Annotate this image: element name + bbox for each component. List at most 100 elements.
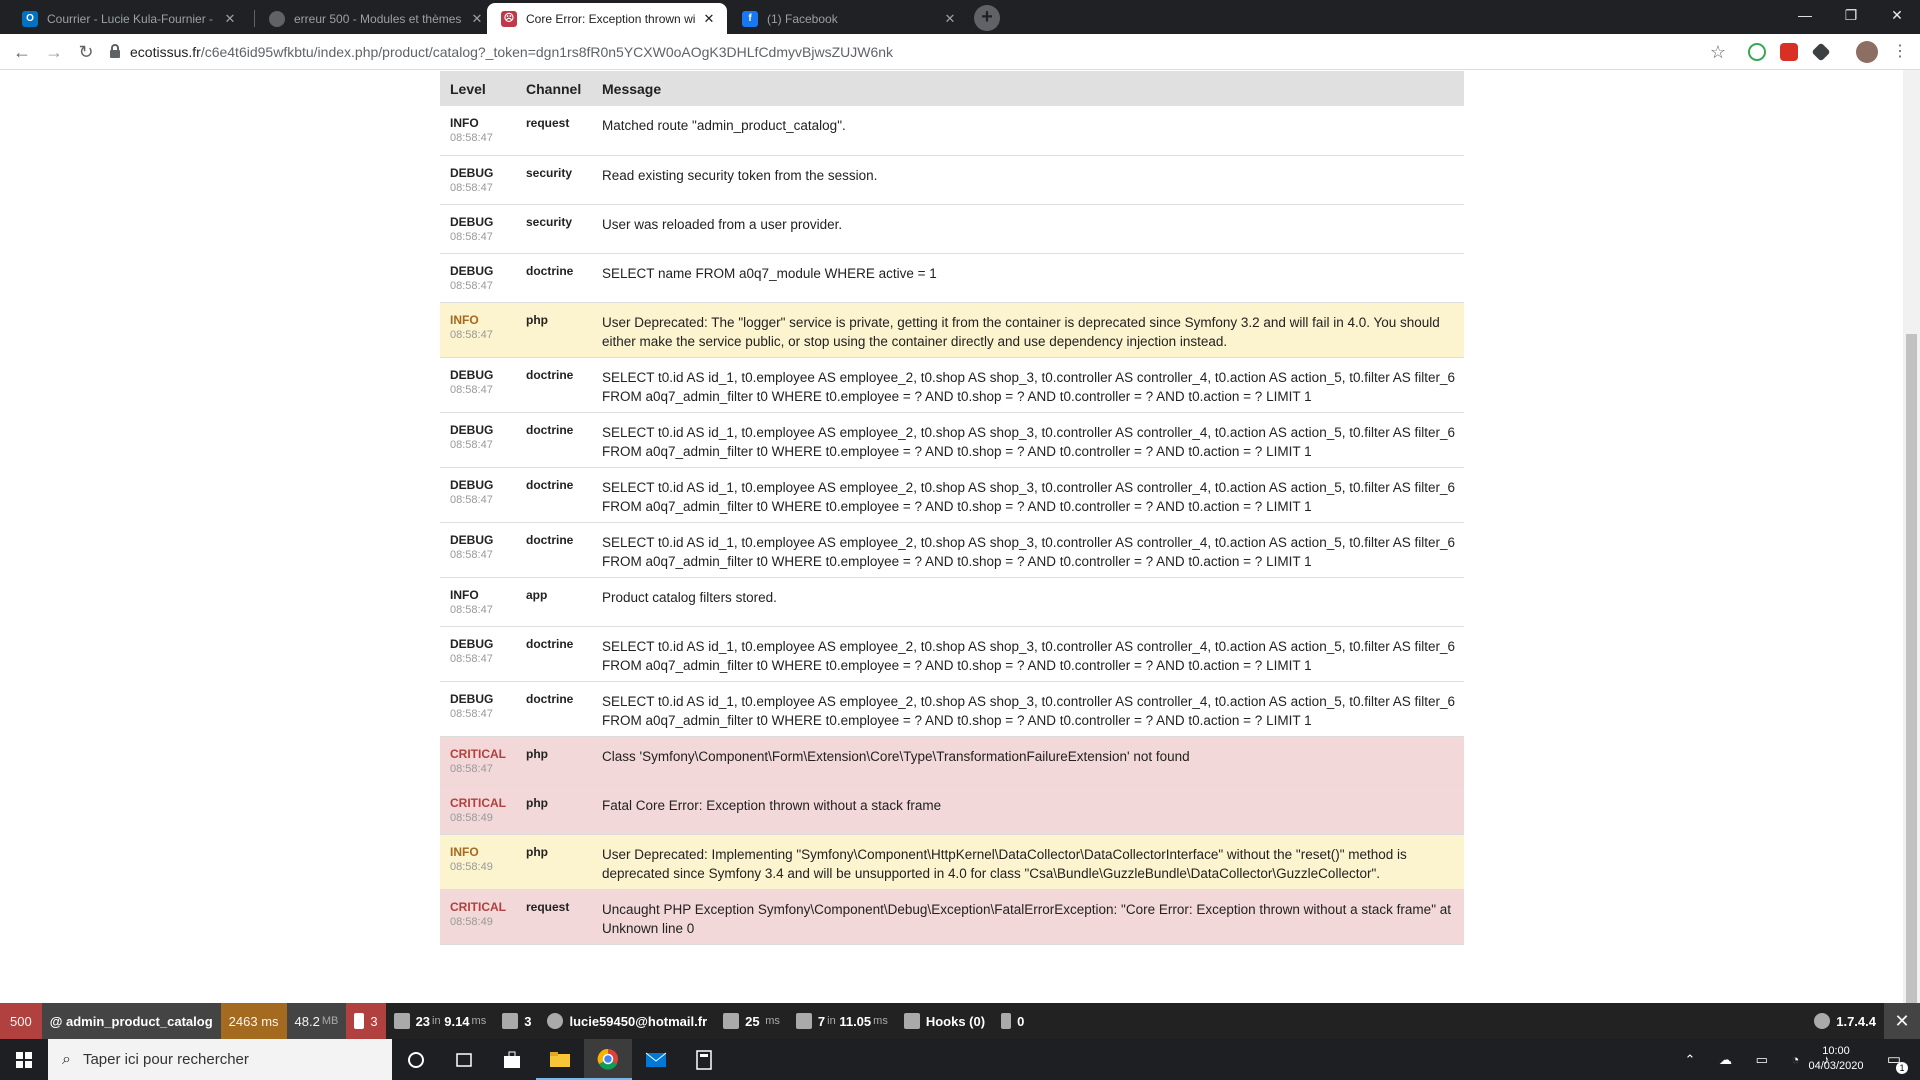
route-item[interactable]: @ admin_product_catalog <box>41 1003 221 1039</box>
log-time: 08:58:47 <box>450 383 493 396</box>
store-icon[interactable] <box>488 1039 536 1080</box>
notification-count: 1 <box>1896 1062 1908 1074</box>
memory-value: 48.2 <box>294 1013 320 1029</box>
log-row: DEBUG 08:58:47 security User was reloaded… <box>440 204 1464 254</box>
clock[interactable]: 10:00 04/03/2020 <box>1806 1039 1866 1080</box>
modules-item[interactable]: 0 <box>993 1003 1032 1039</box>
menu-icon[interactable]: ⋮ <box>1888 40 1912 64</box>
log-time: 08:58:47 <box>450 603 493 616</box>
clock-time: 10:00 <box>1822 1045 1850 1057</box>
new-tab-button[interactable]: + <box>974 5 1000 31</box>
log-message: SELECT t0.id AS id_1, t0.employee AS emp… <box>602 534 1456 569</box>
translation-icon <box>502 1013 519 1029</box>
log-channel: doctrine <box>526 636 574 651</box>
tab-title: (1) Facebook <box>767 11 838 26</box>
log-channel: request <box>526 116 570 130</box>
log-channel: doctrine <box>526 477 574 492</box>
log-channel: php <box>526 746 548 761</box>
memory-item[interactable]: 48.2 MB <box>286 1003 347 1039</box>
log-message: SELECT t0.id AS id_1, t0.employee AS emp… <box>602 479 1456 514</box>
database-icon <box>795 1013 812 1029</box>
file-explorer-icon[interactable] <box>536 1039 584 1080</box>
log-time: 08:58:47 <box>450 279 493 292</box>
tab-facebook[interactable]: f (1) Facebook ✕ <box>728 3 968 34</box>
extension-icon[interactable] <box>1748 43 1766 61</box>
log-message: Read existing security token from the se… <box>602 167 878 183</box>
log-channel: php <box>526 844 548 859</box>
close-icon[interactable]: ✕ <box>469 11 485 27</box>
log-level: CRITICAL <box>450 899 506 914</box>
log-time: 08:58:47 <box>450 493 493 506</box>
log-time: 08:58:47 <box>450 707 493 720</box>
forms-item[interactable]: 23 in 9.14 ms <box>386 1003 495 1039</box>
pocket-extension-icon[interactable] <box>1780 43 1798 61</box>
close-toolbar-button[interactable]: ✕ <box>1884 1003 1920 1039</box>
log-time: 08:58:47 <box>450 328 493 341</box>
restore-button[interactable]: ❐ <box>1828 0 1874 30</box>
log-level: INFO <box>450 844 479 859</box>
log-row-deprecation: INFO 08:58:47 php User Deprecated: The "l… <box>440 302 1464 358</box>
reload-button[interactable]: ↻ <box>74 40 98 64</box>
bookmark-star-icon[interactable]: ☆ <box>1706 40 1730 64</box>
tab-core-error[interactable]: ☹ Core Error: Exception thrown wit ✕ <box>487 3 727 34</box>
cortana-icon[interactable] <box>392 1039 440 1080</box>
forward-button[interactable]: → <box>42 40 66 64</box>
render-time-item[interactable]: 25 ms <box>715 1003 788 1039</box>
tab-forum[interactable]: erreur 500 - Modules et thèmes ✕ <box>255 3 495 34</box>
log-level: INFO <box>450 116 479 130</box>
log-message: Class 'Symfony\Component\Form\Extension\… <box>602 748 1190 764</box>
tab-title: erreur 500 - Modules et thèmes <box>294 11 462 26</box>
log-time: 08:58:47 <box>450 762 493 775</box>
log-level: DEBUG <box>450 532 494 547</box>
db-in: in <box>827 1015 836 1027</box>
column-header-level: Level <box>440 71 516 106</box>
database-item[interactable]: 7 in 11.05 ms <box>788 1003 896 1039</box>
mail-icon[interactable] <box>632 1039 680 1080</box>
log-time: 08:58:47 <box>450 181 493 194</box>
symfony-error-icon: ☹ <box>501 10 517 27</box>
clock-date: 04/03/2020 <box>1808 1060 1864 1072</box>
request-time-item[interactable]: 2463 ms <box>220 1003 287 1039</box>
tag-extension-icon[interactable] <box>1811 42 1831 62</box>
page-scrollbar[interactable] <box>1903 70 1920 1072</box>
windows-start-icon[interactable] <box>0 1039 48 1080</box>
minimize-button[interactable]: — <box>1782 0 1828 30</box>
log-channel: doctrine <box>526 422 574 437</box>
log-level: DEBUG <box>450 636 494 651</box>
modules-count: 0 <box>1017 1013 1025 1029</box>
scrollbar-thumb[interactable] <box>1906 334 1917 1072</box>
calculator-icon[interactable] <box>680 1039 728 1080</box>
user-item[interactable]: lucie59450@hotmail.fr <box>539 1003 715 1039</box>
chrome-icon[interactable] <box>584 1039 632 1080</box>
log-channel: doctrine <box>526 367 574 382</box>
log-level: INFO <box>450 312 479 327</box>
notification-center-icon[interactable]: ▭ 1 <box>1874 1039 1914 1080</box>
user-icon <box>547 1013 564 1029</box>
log-channel: doctrine <box>526 691 574 706</box>
translations-item[interactable]: 3 <box>494 1003 539 1039</box>
forms-count: 23 <box>415 1013 431 1029</box>
task-view-icon[interactable] <box>440 1039 488 1080</box>
taskbar-search[interactable]: ⌕ Taper ici pour rechercher <box>48 1039 392 1080</box>
db-time: 11.05 <box>839 1013 872 1029</box>
log-row-critical: CRITICAL 08:58:47 php Class 'Symfony\Comp… <box>440 736 1464 786</box>
back-button[interactable]: ← <box>10 40 34 64</box>
avatar[interactable] <box>1856 41 1878 63</box>
forum-icon <box>269 10 285 27</box>
address-bar[interactable]: ecotissus.fr/c6e4t6id95wfkbtu/index.php/… <box>110 40 1710 64</box>
windows-taskbar: ⌕ Taper ici pour rechercher ⌃ ☁ ▭ ◔ ♪ 10… <box>0 1039 1920 1080</box>
log-time: 08:58:47 <box>450 652 493 665</box>
errors-item[interactable]: 3 <box>346 1003 386 1039</box>
close-icon[interactable]: ✕ <box>222 11 238 27</box>
log-row-deprecation: INFO 08:58:49 php User Deprecated: Implem… <box>440 834 1464 890</box>
tab-outlook[interactable]: O Courrier - Lucie Kula-Fournier - O ✕ <box>8 3 248 34</box>
log-row: DEBUG 08:58:47 doctrine SELECT name FROM … <box>440 253 1464 303</box>
prestashop-icon <box>1814 1013 1831 1029</box>
close-window-button[interactable]: ✕ <box>1874 0 1920 30</box>
close-icon[interactable]: ✕ <box>942 11 958 27</box>
version-item[interactable]: 1.7.4.4 <box>1806 1003 1884 1039</box>
hooks-item[interactable]: Hooks (0) <box>896 1003 993 1039</box>
status-code-badge[interactable]: 500 <box>0 1003 42 1039</box>
close-icon[interactable]: ✕ <box>701 11 717 27</box>
errors-count: 3 <box>370 1013 378 1029</box>
